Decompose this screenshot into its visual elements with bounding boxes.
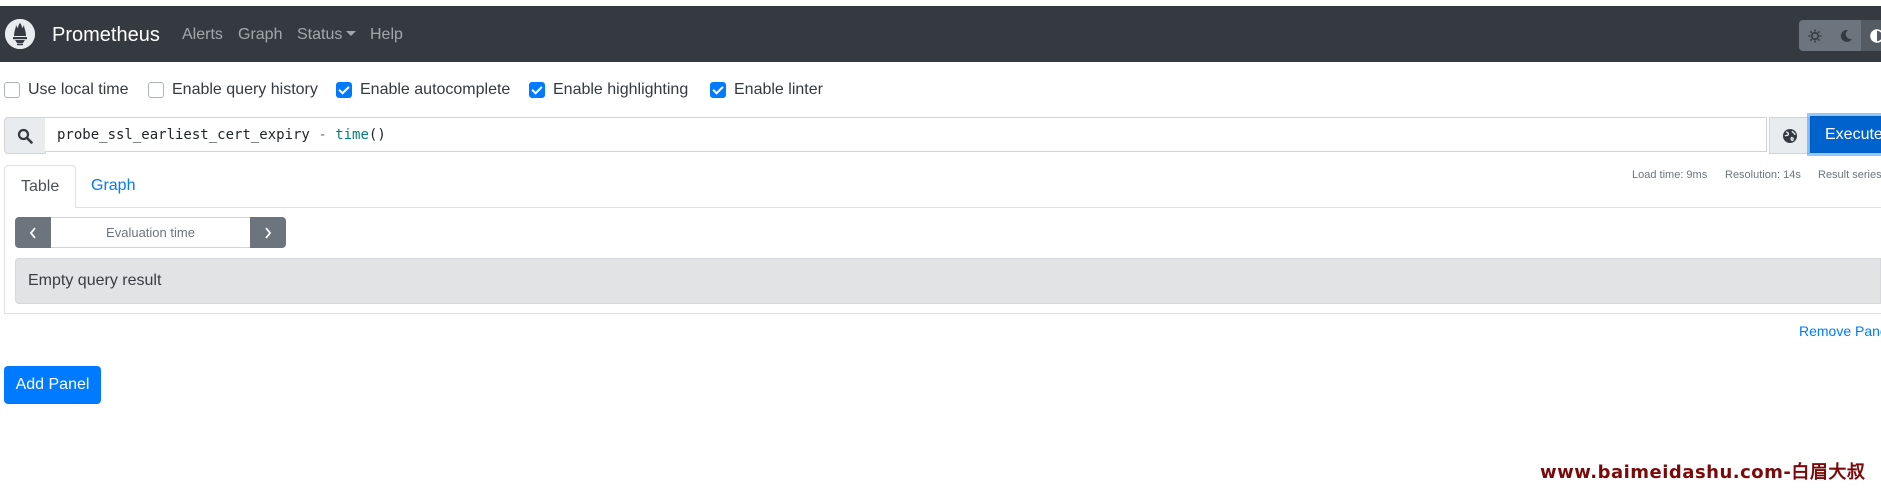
eval-time-prev-button[interactable] (15, 217, 51, 248)
contrast-icon (1869, 28, 1881, 43)
remove-panel-link[interactable]: Remove Panel (1799, 323, 1881, 339)
search-icon (17, 128, 33, 144)
caret-down-icon (346, 31, 357, 36)
prometheus-logo-icon[interactable] (5, 19, 35, 49)
brand-title[interactable]: Prometheus (52, 23, 160, 47)
option-enable-autocomplete[interactable]: Enable autocomplete (336, 80, 510, 100)
auto-theme-button[interactable] (1861, 20, 1881, 51)
watermark: www.baimeidashu.com-白眉大叔 (1540, 462, 1866, 483)
tab-table[interactable]: Table (4, 165, 77, 208)
execute-button[interactable]: Execute (1810, 116, 1881, 153)
sun-icon (1808, 29, 1821, 42)
tab-graph[interactable]: Graph (75, 165, 151, 207)
enable-query-history-checkbox[interactable] (148, 82, 164, 98)
enable-autocomplete-checkbox[interactable] (336, 82, 352, 98)
dark-theme-button[interactable] (1830, 20, 1861, 51)
expression-input-group: probe_ssl_earliest_cert_expiry - time() … (4, 116, 1881, 154)
enable-highlighting-checkbox[interactable] (529, 82, 545, 98)
option-label: Enable highlighting (553, 81, 689, 98)
load-time-stat: Load time: 9ms (1632, 169, 1708, 181)
eval-time-next-button[interactable] (250, 217, 286, 248)
query-options: Use local time Enable query history Enab… (0, 80, 1881, 100)
option-label: Enable query history (172, 81, 318, 98)
resolution-stat: Resolution: 14s (1725, 169, 1801, 181)
metrics-explorer-button[interactable] (1769, 117, 1810, 154)
chevron-right-icon (265, 226, 272, 239)
evaluation-time-input[interactable]: Evaluation time (51, 217, 250, 248)
nav-graph[interactable]: Graph (238, 25, 282, 45)
metric-token: probe_ssl_earliest_cert_expiry (57, 127, 310, 143)
enable-linter-checkbox[interactable] (710, 82, 726, 98)
option-enable-query-history[interactable]: Enable query history (148, 80, 318, 100)
expression-input[interactable]: probe_ssl_earliest_cert_expiry - time() (45, 117, 1767, 152)
nav-status-dropdown[interactable]: Status (297, 25, 357, 45)
add-panel-button[interactable]: Add Panel (4, 366, 101, 404)
paren-token: () (368, 127, 386, 143)
chevron-left-icon (29, 226, 36, 239)
globe-icon (1782, 128, 1797, 143)
search-addon (4, 117, 46, 154)
function-token: time (335, 127, 369, 143)
option-use-local-time[interactable]: Use local time (4, 80, 128, 100)
evaluation-time-group: Evaluation time (15, 217, 286, 248)
use-local-time-checkbox[interactable] (4, 82, 20, 98)
result-series-stat: Result series (1818, 169, 1881, 181)
nav-alerts[interactable]: Alerts (182, 25, 223, 45)
option-enable-linter[interactable]: Enable linter (710, 80, 823, 100)
query-result-alert: Empty query result (15, 258, 1881, 304)
option-enable-highlighting[interactable]: Enable highlighting (529, 80, 688, 100)
nav-help[interactable]: Help (370, 25, 403, 45)
navbar: Prometheus Alerts Graph Status Help (0, 6, 1881, 62)
operator-token: - (318, 127, 327, 143)
option-label: Enable linter (734, 81, 823, 98)
theme-toggle (1799, 20, 1881, 51)
moon-icon (1840, 29, 1852, 42)
panel-tabs: Table Graph (4, 165, 1881, 208)
nav-status-label: Status (297, 26, 343, 43)
option-label: Use local time (28, 81, 129, 98)
option-label: Enable autocomplete (360, 81, 511, 98)
light-theme-button[interactable] (1799, 20, 1830, 51)
